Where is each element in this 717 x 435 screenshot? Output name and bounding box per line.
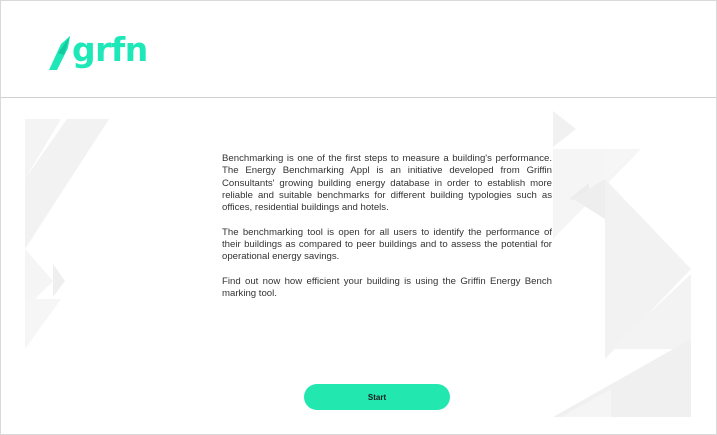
- start-button[interactable]: Start: [304, 384, 450, 410]
- header: grfn: [1, 1, 716, 98]
- intro-paragraph-3: Find out now how efficient your building…: [222, 275, 552, 300]
- intro-paragraph-2: The benchmarking tool is open for all us…: [222, 226, 552, 263]
- intro-paragraph-1: Benchmarking is one of the first steps t…: [222, 153, 552, 214]
- intro-text: Benchmarking is one of the first steps t…: [222, 153, 552, 313]
- logo[interactable]: grfn: [47, 31, 148, 71]
- grfn-arrow-icon: [49, 36, 70, 70]
- logo-text: grfn: [72, 29, 148, 69]
- app-frame: grfn Benchmarking is one of the first st…: [0, 0, 717, 435]
